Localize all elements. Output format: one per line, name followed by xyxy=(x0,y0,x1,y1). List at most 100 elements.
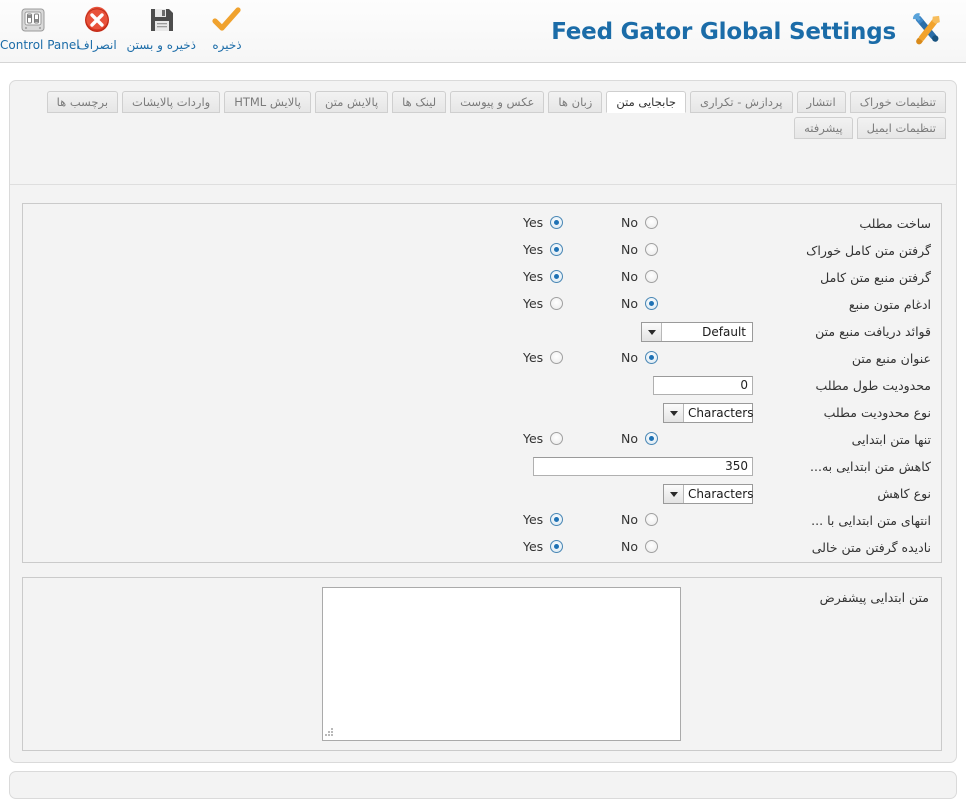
tab-1[interactable]: انتشار xyxy=(796,91,846,113)
settings-row: نوع محدودیت مطلب Characters xyxy=(23,401,943,428)
cancel-button[interactable]: انصراف xyxy=(66,2,128,52)
tab-10[interactable]: برچسب ها xyxy=(46,91,119,113)
save-icon xyxy=(196,2,258,38)
radio-group: Yes No xyxy=(515,350,695,370)
settings-row: انتهای متن ابتدایی با ... Yes No xyxy=(23,509,943,536)
radio-input-no[interactable] xyxy=(645,243,658,256)
radio-option-yes[interactable]: Yes xyxy=(523,215,564,230)
radio-group: Yes No xyxy=(515,215,695,235)
tab-row-primary: تنظیمات خوراک انتشار پردازش - تکراری جابجای… xyxy=(46,91,946,113)
radio-option-no[interactable]: No xyxy=(621,215,658,230)
tabs-region: تنظیمات خوراک انتشار پردازش - تکراری جابجای… xyxy=(10,81,956,185)
radio-input-yes[interactable] xyxy=(550,216,564,229)
save-and-close-button[interactable]: ذخیره و بستن xyxy=(126,2,196,52)
dropdown-value: Characters xyxy=(688,487,754,501)
radio-option-yes[interactable]: Yes xyxy=(523,269,564,284)
radio-option-no[interactable]: No xyxy=(621,431,658,446)
tab-0[interactable]: تنظیمات ایمیل xyxy=(856,117,946,139)
tab-9[interactable]: واردات پالایشات xyxy=(122,91,221,113)
radio-input-no[interactable] xyxy=(645,432,658,445)
radio-label-yes: Yes xyxy=(523,431,544,446)
radio-group: Yes No xyxy=(515,512,695,532)
settings-row-label: ادغام متون منبع xyxy=(848,297,931,312)
radio-option-yes[interactable]: Yes xyxy=(523,350,564,365)
tab-2[interactable]: پردازش - تکراری xyxy=(689,91,793,113)
text-input[interactable]: 0 xyxy=(653,376,753,395)
radio-input-no[interactable] xyxy=(645,297,658,310)
radio-input-no[interactable] xyxy=(645,513,658,526)
radio-input-no[interactable] xyxy=(645,216,658,229)
tools-icon xyxy=(906,8,950,55)
radio-input-yes[interactable] xyxy=(550,243,564,256)
dropdown-value: Default xyxy=(702,325,746,339)
radio-input-no[interactable] xyxy=(645,351,658,364)
radio-input-yes[interactable] xyxy=(550,351,564,364)
tab-4[interactable]: زبان ها xyxy=(548,91,603,113)
radio-input-yes[interactable] xyxy=(550,270,564,283)
control-panel-button[interactable]: Control Panel xyxy=(0,2,80,52)
tab-1[interactable]: پیشرفته xyxy=(794,117,853,139)
settings-row: نوع کاهش Characters xyxy=(23,482,943,509)
tab-6[interactable]: لینک ها xyxy=(392,91,447,113)
dropdown-select[interactable]: Characters xyxy=(663,484,754,504)
settings-row-label: انتهای متن ابتدایی با ... xyxy=(811,513,931,528)
chevron-down-icon[interactable] xyxy=(642,323,662,341)
text-input[interactable]: 350 xyxy=(533,457,753,476)
settings-panel: ساخت مطلب Yes No گرفتن متن کامل خوراک Yes No گ… xyxy=(22,203,942,563)
default-intro-text-textarea[interactable] xyxy=(322,587,681,741)
radio-group: Yes No xyxy=(515,539,695,559)
chevron-down-icon[interactable] xyxy=(664,404,684,422)
settings-row: قوائد دریافت منبع متن Default xyxy=(23,320,943,347)
dropdown-value: Characters xyxy=(688,406,754,420)
radio-label-no: No xyxy=(621,296,638,311)
radio-input-no[interactable] xyxy=(645,270,658,283)
tab-0[interactable]: تنظیمات خوراک xyxy=(849,91,946,113)
tab-row-secondary: تنظیمات ایمیل پیشرفته xyxy=(794,117,946,139)
save-button[interactable]: ذخیره xyxy=(196,2,258,52)
save-and-close-label: ذخیره و بستن xyxy=(126,38,196,52)
radio-option-no[interactable]: No xyxy=(621,539,658,554)
radio-option-no[interactable]: No xyxy=(621,269,658,284)
content-area: تنظیمات خوراک انتشار پردازش - تکراری جابجای… xyxy=(0,64,966,799)
radio-label-no: No xyxy=(621,269,638,284)
radio-input-yes[interactable] xyxy=(550,513,564,526)
radio-option-yes[interactable]: Yes xyxy=(523,242,564,257)
control-panel-icon xyxy=(0,2,66,38)
radio-input-yes[interactable] xyxy=(550,297,564,310)
tab-3[interactable]: جابجایی متن xyxy=(606,91,686,113)
radio-option-no[interactable]: No xyxy=(621,242,658,257)
radio-option-no[interactable]: No xyxy=(621,350,658,365)
save-label: ذخیره xyxy=(212,38,242,52)
dropdown-select[interactable]: Default xyxy=(641,322,753,342)
radio-label-no: No xyxy=(621,215,638,230)
dropdown-select[interactable]: Characters xyxy=(663,403,754,423)
radio-option-yes[interactable]: Yes xyxy=(523,431,564,446)
radio-option-no[interactable]: No xyxy=(621,512,658,527)
settings-row-label: ساخت مطلب xyxy=(859,216,931,231)
settings-row: گرفتن متن کامل خوراک Yes No xyxy=(23,239,943,266)
settings-card: تنظیمات خوراک انتشار پردازش - تکراری جابجای… xyxy=(9,80,957,763)
radio-option-yes[interactable]: Yes xyxy=(523,539,564,554)
radio-label-yes: Yes xyxy=(523,242,544,257)
radio-label-yes: Yes xyxy=(523,539,544,554)
radio-option-yes[interactable]: Yes xyxy=(523,512,564,527)
settings-row: ساخت مطلب Yes No xyxy=(23,212,943,239)
tab-7[interactable]: پالایش متن xyxy=(315,91,389,113)
settings-row: نادیده گرفتن متن خالی Yes No xyxy=(23,536,943,563)
resize-grip-icon[interactable] xyxy=(325,728,335,738)
page-title-wrap: Feed Gator Global Settings xyxy=(551,8,950,55)
chevron-down-icon[interactable] xyxy=(664,485,684,503)
radio-input-no[interactable] xyxy=(645,540,658,553)
page-title: Feed Gator Global Settings xyxy=(551,18,896,45)
radio-group: Yes No xyxy=(515,296,695,316)
radio-input-yes[interactable] xyxy=(550,540,564,553)
settings-row: تنها متن ابتدایی Yes No xyxy=(23,428,943,455)
radio-label-yes: Yes xyxy=(523,269,544,284)
radio-option-yes[interactable]: Yes xyxy=(523,296,564,311)
settings-row-label: گرفتن متن کامل خوراک xyxy=(806,243,931,258)
tab-5[interactable]: عکس و پیوست xyxy=(450,91,545,113)
tab-8[interactable]: پالایش HTML xyxy=(224,91,311,113)
radio-label-yes: Yes xyxy=(523,350,544,365)
radio-option-no[interactable]: No xyxy=(621,296,658,311)
radio-input-yes[interactable] xyxy=(550,432,564,445)
